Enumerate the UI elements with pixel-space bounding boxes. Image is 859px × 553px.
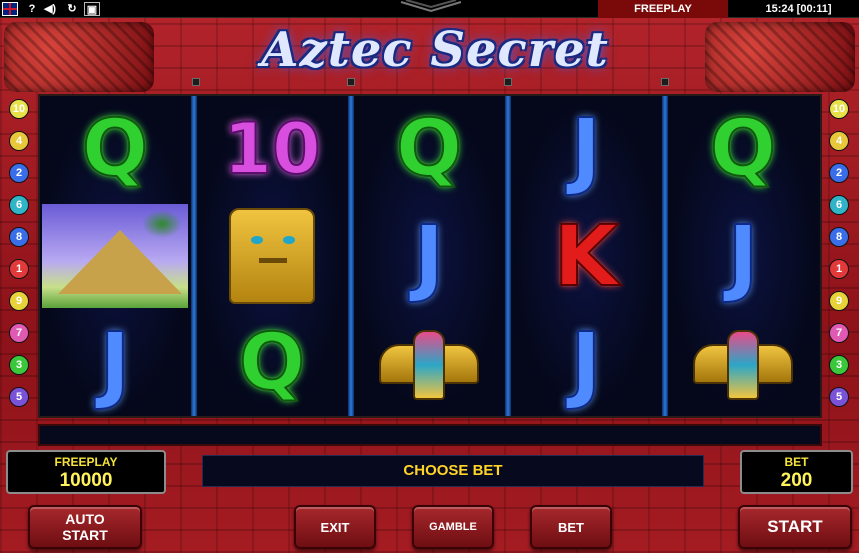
reel-symbol-cell [197,203,347,309]
reel-symbol-cell: J [511,310,661,416]
reel-symbol-cell: Q [40,96,190,202]
payline-3-indicator[interactable]: 3 [9,355,29,375]
reel-symbol-cell: Q [668,96,818,202]
credit-label: FREEPLAY [54,455,118,469]
win-line-strip [38,424,822,446]
letter-q-symbol: Q [395,104,463,194]
reel-1: QJ [40,96,190,416]
serpent-head-left-decoration [4,22,154,92]
payline-8-indicator[interactable]: 8 [9,227,29,247]
payline-10-indicator[interactable]: 10 [9,99,29,119]
payline-2-indicator[interactable]: 2 [829,163,849,183]
payline-1-indicator[interactable]: 1 [9,259,29,279]
reel-2: 10 Q [197,96,347,416]
payline-7-indicator[interactable]: 7 [829,323,849,343]
reel-symbol-cell: Q [197,310,347,416]
start-button[interactable]: START [738,505,852,549]
reel-area: Q J 10 Q Q J J K J Q J [38,94,822,418]
auto-start-label-line1: AUTO [65,511,105,527]
payline-6-indicator[interactable]: 6 [9,195,29,215]
payline-1-indicator[interactable]: 1 [829,259,849,279]
payline-5-indicator[interactable]: 5 [9,387,29,407]
eagle-totem-symbol [693,320,793,406]
freeplay-mode-label: FREEPLAY [598,0,728,18]
bet-value: 200 [780,470,813,491]
payline-4-indicator[interactable]: 4 [9,131,29,151]
reel-symbol-cell [354,310,504,416]
letter-j-symbol: J [569,100,602,198]
letter-j-symbol: J [412,207,445,305]
payline-10-indicator[interactable]: 10 [829,99,849,119]
letter-j-symbol: J [726,207,759,305]
payline-9-indicator[interactable]: 9 [9,291,29,311]
eagle-totem-symbol [379,320,479,406]
bet-label: BET [784,455,809,469]
reel-symbol-cell: J [668,203,818,309]
payline-9-indicator[interactable]: 9 [829,291,849,311]
letter-q-symbol: Q [81,104,149,194]
fullscreen-icon[interactable]: ▣ [84,2,100,16]
credit-value: 10000 [59,470,113,491]
bet-display: BET 200 [740,450,853,494]
language-flag-icon[interactable] [2,2,18,16]
serpent-head-right-decoration [705,22,855,92]
payline-2-indicator[interactable]: 2 [9,163,29,183]
payline-6-indicator[interactable]: 6 [829,195,849,215]
status-message: CHOOSE BET [202,455,704,487]
reel-symbol-cell: Q [354,96,504,202]
reel-symbol-cell: J [511,96,661,202]
top-bar: ? ◀) ↻ ▣ FREEPLAY 15:24 [00:11] [0,0,859,18]
letter-q-symbol: Q [238,318,306,408]
history-icon[interactable]: ↻ [64,2,80,16]
credit-display: FREEPLAY 10000 [6,450,166,494]
pyramid-symbol [42,204,188,308]
reel-symbol-cell: J [354,203,504,309]
game-title-logo: Aztec Secret [261,22,609,78]
letter-k-symbol: K [552,207,619,305]
letter-ten-symbol: 10 [222,108,321,190]
reel-5: QJ [668,96,818,416]
payline-8-indicator[interactable]: 8 [829,227,849,247]
help-icon[interactable]: ? [24,2,40,16]
auto-start-label-line2: START [62,527,108,543]
reel-indicator-lamp [661,78,669,86]
reel-symbol-cell [40,203,190,309]
letter-j-symbol: J [569,314,602,412]
payline-5-indicator[interactable]: 5 [829,387,849,407]
reel-indicator-lamp [192,78,200,86]
golden-idol-symbol [229,208,315,304]
reel-indicator-lamp [504,78,512,86]
reel-symbol-cell: 10 [197,96,347,202]
letter-j-symbol: J [98,314,131,412]
sound-icon[interactable]: ◀) [42,2,58,16]
auto-start-button[interactable]: AUTO START [28,505,142,549]
reel-symbol-cell [668,310,818,416]
reel-3: QJ [354,96,504,416]
clock: 15:24 [00:11] [765,3,832,15]
payline-3-indicator[interactable]: 3 [829,355,849,375]
letter-q-symbol: Q [709,104,777,194]
chevron-down-icon[interactable] [396,0,466,14]
reel-symbol-cell: J [40,310,190,416]
exit-button[interactable]: EXIT [294,505,376,549]
reel-indicator-lamp [347,78,355,86]
reel-4: JKJ [511,96,661,416]
bet-button[interactable]: BET [530,505,612,549]
reel-symbol-cell: K [511,203,661,309]
payline-4-indicator[interactable]: 4 [829,131,849,151]
payline-7-indicator[interactable]: 7 [9,323,29,343]
gamble-button[interactable]: GAMBLE [412,505,494,549]
